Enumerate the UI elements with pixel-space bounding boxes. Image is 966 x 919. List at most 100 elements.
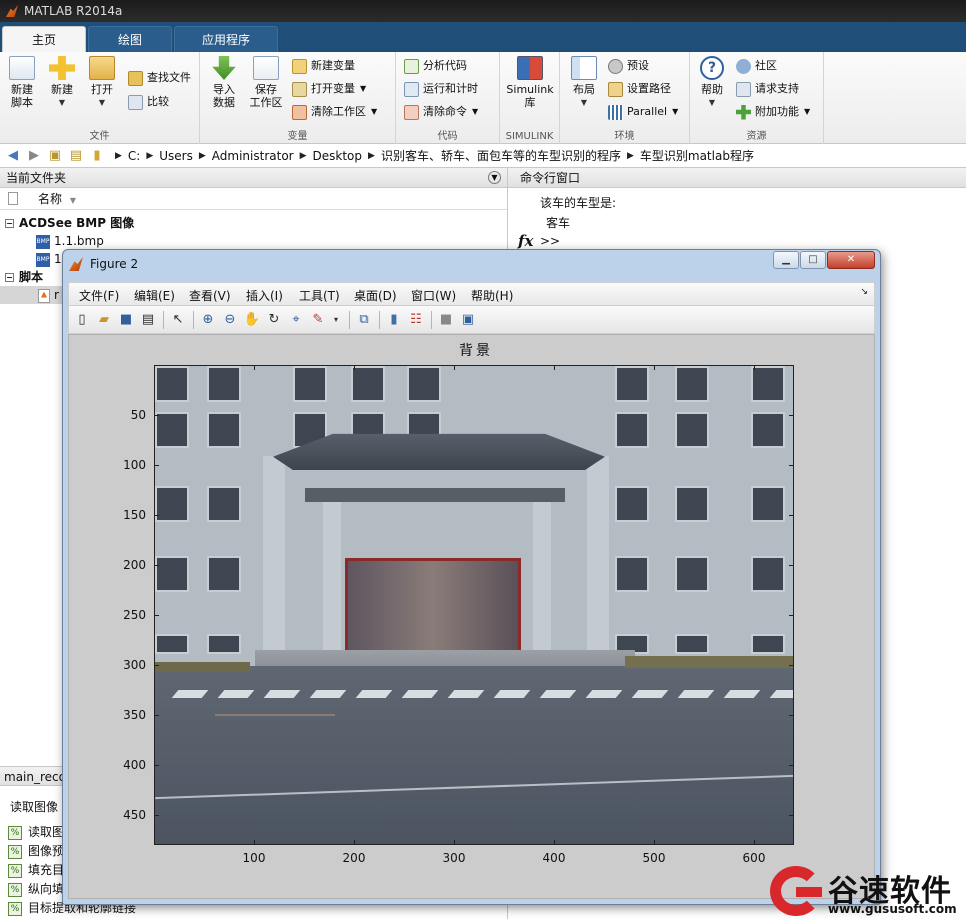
set-path-button[interactable]: 设置路径 [608, 79, 671, 99]
colorbar-icon[interactable]: ▮ [385, 311, 403, 329]
analyze-code-button[interactable]: 分析代码 [404, 56, 467, 76]
axes-title: 背景 [459, 343, 493, 359]
command-prompt[interactable]: >> [540, 234, 560, 248]
back-icon[interactable]: ◀ [4, 148, 22, 164]
clear-commands-button[interactable]: 清除命令 ▼ [404, 102, 478, 122]
up-folder-icon[interactable]: ▣ [46, 148, 64, 164]
forward-icon[interactable]: ▶ [25, 148, 43, 164]
legend-icon[interactable]: ☷ [407, 311, 425, 329]
link-plot-icon[interactable]: ⧉ [355, 311, 373, 329]
print-icon[interactable]: ▤ [139, 311, 157, 329]
x-tick-mark [754, 840, 755, 845]
variable-group: 导入 数据 保存 工作区 新建变量 打开变量 ▼ 清除工作区 ▼ 变量 [200, 52, 396, 144]
collapse-icon[interactable]: − [5, 219, 14, 228]
community-button[interactable]: 社区 [736, 56, 777, 76]
pointer-icon[interactable]: ↖ [169, 311, 187, 329]
details-item[interactable]: % 读取图 [8, 823, 64, 841]
resources-group: ? 帮助 ▼ 社区 请求支持 附加功能 ▼ 资源 [690, 52, 824, 144]
zoom-in-icon[interactable]: ⊕ [199, 311, 217, 329]
request-support-icon [736, 81, 751, 97]
hide-plot-tools-icon[interactable]: ■ [437, 311, 455, 329]
rotate-3d-icon[interactable]: ↻ [265, 311, 283, 329]
details-item[interactable]: % 填充目 [8, 861, 64, 879]
preferences-button[interactable]: 预设 [608, 56, 649, 76]
details-item[interactable]: % 纵向填 [8, 880, 64, 898]
watermark-url: www.gususoft.com [828, 902, 957, 916]
tab-apps[interactable]: 应用程序 [174, 26, 278, 52]
new-variable-button[interactable]: 新建变量 [292, 56, 355, 76]
show-plot-tools-icon[interactable]: ▣ [459, 311, 477, 329]
collapse-icon[interactable]: − [5, 273, 14, 282]
bmp-group-row[interactable]: − ACDSee BMP 图像 [0, 214, 508, 232]
y-tick-mark [154, 715, 159, 716]
x-tick-mark [554, 365, 555, 370]
brush-icon[interactable]: ✎ [309, 311, 327, 329]
breadcrumb-item[interactable]: C: [128, 149, 140, 163]
save-workspace-button[interactable]: 保存 工作区 [244, 56, 288, 109]
breadcrumb-item[interactable]: Desktop [313, 149, 363, 163]
menu-insert[interactable]: 插入(I) [246, 287, 283, 304]
menu-window[interactable]: 窗口(W) [411, 287, 456, 304]
y-tick-mark [154, 765, 159, 766]
zoom-out-icon[interactable]: ⊖ [221, 311, 239, 329]
breadcrumb-item[interactable]: Users [159, 149, 193, 163]
file-row[interactable]: BMP 1 [36, 250, 62, 268]
tab-plots[interactable]: 绘图 [88, 26, 172, 52]
clear-workspace-button[interactable]: 清除工作区 ▼ [292, 102, 377, 122]
breadcrumb-separator: ▶ [115, 150, 122, 161]
simulink-library-button[interactable]: Simulink 库 [506, 56, 554, 109]
run-and-time-button[interactable]: 运行和计时 [404, 79, 478, 99]
y-tick-mark [789, 815, 794, 816]
menu-view[interactable]: 查看(V) [189, 287, 231, 304]
breadcrumb-item[interactable]: 车型识别matlab程序 [640, 147, 754, 164]
file-row[interactable]: BMP 1.1.bmp [36, 232, 104, 250]
menu-tools[interactable]: 工具(T) [299, 287, 340, 304]
menu-desktop[interactable]: 桌面(D) [354, 287, 397, 304]
pan-icon[interactable]: ✋ [243, 311, 261, 329]
x-tick-mark [254, 365, 255, 370]
layout-button[interactable]: 布局 ▼ [562, 56, 606, 109]
dock-arrow-icon[interactable]: ↘ [860, 287, 868, 297]
close-button[interactable]: ✕ [827, 251, 875, 269]
menu-help[interactable]: 帮助(H) [471, 287, 513, 304]
y-tick-mark [154, 415, 159, 416]
help-button[interactable]: ? 帮助 ▼ [690, 56, 734, 109]
breadcrumb-separator: ▶ [146, 150, 154, 161]
breadcrumb-item[interactable]: 识别客车、轿车、面包车等的车型识别的程序 [381, 147, 621, 164]
y-tick-mark [154, 565, 159, 566]
maximize-button[interactable]: □ [800, 251, 826, 269]
breadcrumb-item[interactable]: Administrator [212, 149, 294, 163]
function-browser-icon[interactable]: fx [518, 232, 533, 250]
new-script-button[interactable]: 新建 脚本 [0, 56, 44, 109]
cell-icon: % [8, 863, 22, 878]
name-column-header[interactable]: 名称 ▼ [0, 188, 507, 210]
details-item[interactable]: % 图像预 [8, 842, 64, 860]
save-figure-icon[interactable]: ■ [117, 311, 135, 329]
data-cursor-icon[interactable]: ⌖ [287, 311, 305, 329]
minimize-button[interactable]: ▁ [773, 251, 799, 269]
building-window [751, 486, 785, 522]
new-button[interactable]: 新建 ▼ [40, 56, 84, 109]
community-icon [736, 58, 751, 74]
open-variable-button[interactable]: 打开变量 ▼ [292, 79, 366, 99]
find-files-button[interactable]: 查找文件 [128, 68, 191, 88]
file-group: 新建 脚本 新建 ▼ 打开 ▼ 查找文件 比较 文件 [0, 52, 200, 144]
parallel-button[interactable]: Parallel ▼ [608, 102, 678, 122]
figure-window[interactable]: Figure 2 ▁ □ ✕ 文件(F) 编辑(E) 查看(V) 插入(I) 工… [62, 249, 881, 905]
request-support-button[interactable]: 请求支持 [736, 79, 799, 99]
tab-home[interactable]: 主页 [2, 26, 86, 52]
add-ons-button[interactable]: 附加功能 ▼ [736, 102, 810, 122]
image-axes[interactable] [154, 365, 794, 845]
new-figure-icon[interactable]: ▯ [73, 311, 91, 329]
environment-group-label: 环境 [614, 131, 635, 142]
open-file-icon[interactable]: ▰ [95, 311, 113, 329]
compare-button[interactable]: 比较 [128, 92, 169, 112]
browse-folder-icon[interactable]: ▤ [67, 148, 85, 164]
menu-edit[interactable]: 编辑(E) [134, 287, 175, 304]
clear-workspace-icon [292, 104, 307, 120]
brush-dropdown-icon[interactable]: ▾ [327, 311, 345, 329]
import-data-button[interactable]: 导入 数据 [202, 56, 246, 109]
panel-options-icon[interactable]: ▼ [488, 171, 501, 184]
open-button[interactable]: 打开 ▼ [80, 56, 124, 109]
menu-file[interactable]: 文件(F) [79, 287, 119, 304]
